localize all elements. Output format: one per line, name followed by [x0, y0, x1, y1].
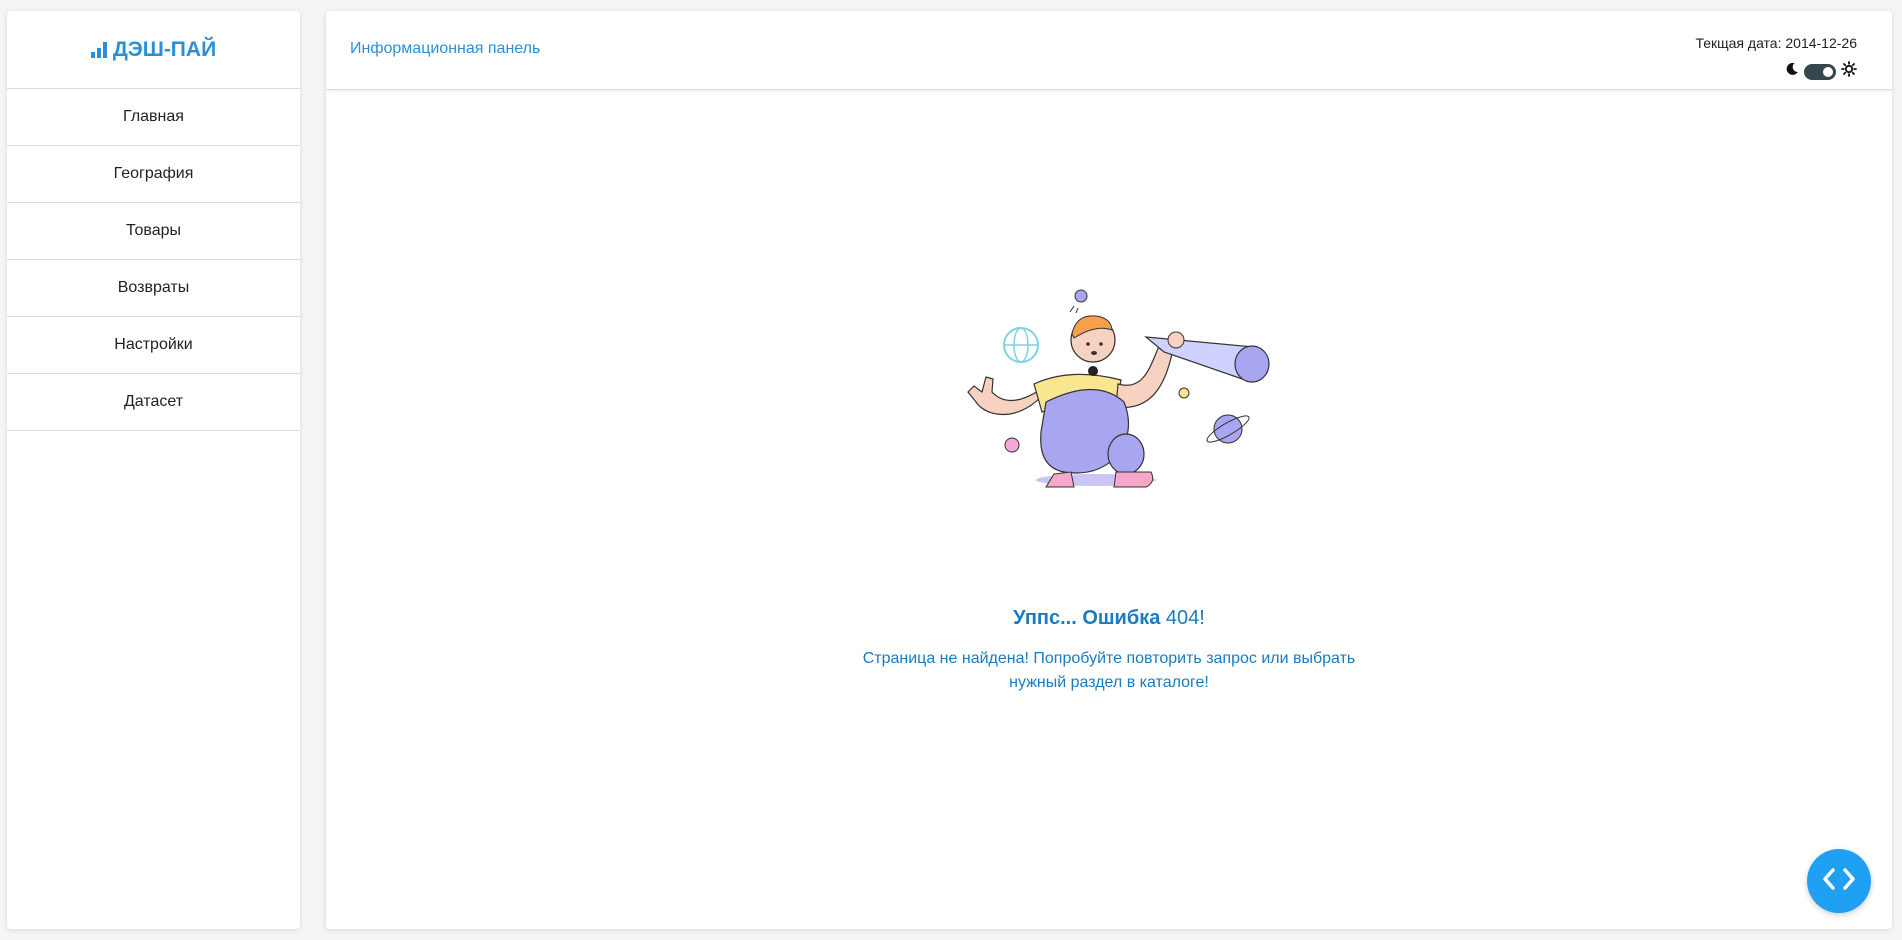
brand-name: ДЭШ-ПАЙ: [112, 37, 217, 61]
error-title: Уппс... Ошибка 404!: [326, 607, 1892, 630]
sidebar-item-settings[interactable]: Настройки: [7, 317, 300, 374]
error-message-line: нужный раздел в каталоге!: [1009, 674, 1209, 691]
sidebar-item-dataset[interactable]: Датасет: [7, 374, 300, 431]
sidebar-nav: Главная География Товары Возвраты Настро…: [7, 89, 300, 431]
error-title-text: Уппс... Ошибка: [1013, 607, 1161, 629]
sidebar-item-label: Возвраты: [117, 279, 190, 296]
sun-icon: [1841, 61, 1857, 82]
sidebar-item-home[interactable]: Главная: [7, 89, 300, 146]
sidebar-item-geography[interactable]: География: [7, 146, 300, 203]
error-code: 404!: [1165, 607, 1205, 629]
sidebar-item-label: Главная: [123, 108, 184, 125]
main-panel: Информационная панель Текщая дата: 2014-…: [326, 11, 1892, 929]
error-message: Страница не найдена! Попробуйте повторит…: [326, 647, 1892, 695]
date-label: Текщая дата:: [1695, 35, 1782, 51]
sidebar: ДЭШ-ПАЙ Главная География Товары Возврат…: [7, 11, 300, 929]
current-date: Текщая дата: 2014-12-26: [1695, 35, 1857, 51]
sidebar-item-products[interactable]: Товары: [7, 203, 300, 260]
brand-logo[interactable]: ДЭШ-ПАЙ: [7, 11, 300, 89]
top-header: Информационная панель Текщая дата: 2014-…: [326, 11, 1892, 90]
sidebar-item-label: Настройки: [114, 336, 193, 353]
moon-icon: [1785, 62, 1799, 81]
sidebar-item-label: География: [113, 165, 194, 182]
error-message-line: Страница не найдена! Попробуйте повторит…: [862, 650, 1356, 667]
error-content: Уппс... Ошибка 404! Страница не найдена!…: [326, 90, 1892, 928]
bar-chart-icon: [90, 41, 107, 58]
astronomer-illustration: [946, 282, 1286, 517]
code-icon: [1821, 867, 1857, 896]
sidebar-item-label: Датасет: [123, 393, 184, 410]
sidebar-item-label: Товары: [125, 222, 182, 239]
sidebar-item-returns[interactable]: Возвраты: [7, 260, 300, 317]
page-title: Информационная панель: [350, 40, 541, 57]
theme-toggle[interactable]: [1804, 63, 1836, 80]
code-toggle-button[interactable]: [1807, 849, 1871, 913]
date-value: 2014-12-26: [1785, 35, 1857, 51]
theme-switcher: [1785, 61, 1857, 82]
